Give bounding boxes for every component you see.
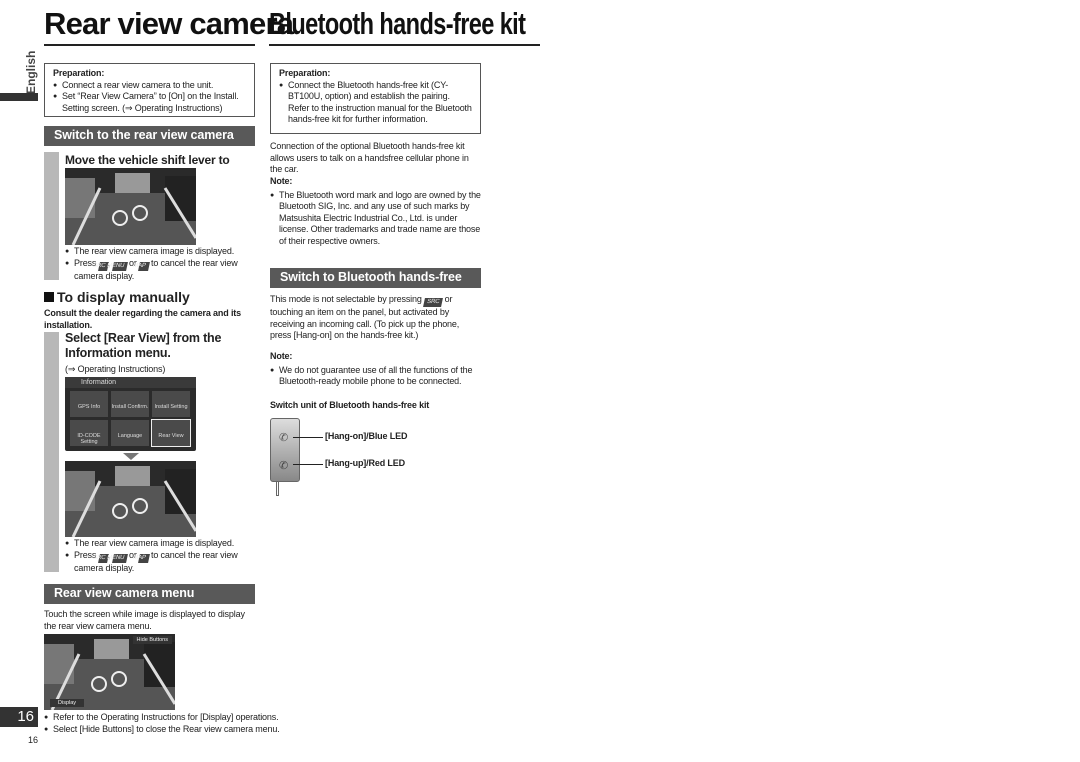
list-item: The rear view camera image is displayed. bbox=[65, 538, 255, 550]
intro-text: Connection of the optional Bluetooth han… bbox=[270, 141, 469, 174]
menu-button[interactable]: Language bbox=[111, 420, 149, 446]
page-title-bluetooth: Bluetooth hands-free kit bbox=[269, 6, 526, 41]
switch-unit-title: Switch unit of Bluetooth hands-free kit bbox=[270, 400, 430, 410]
menu-title-bar: Information bbox=[65, 377, 196, 388]
text-part: This mode is not selectable by pressing bbox=[270, 294, 422, 304]
list-item: Select [Hide Buttons] to close the Rear … bbox=[44, 724, 280, 736]
reference-text: (⇒ Operating Instructions) bbox=[65, 364, 166, 374]
src-key-icon: SRC bbox=[423, 298, 444, 307]
bluetooth-mode-text: This mode is not selectable by pressing … bbox=[270, 294, 482, 342]
information-menu-screen: Information GPS Info Install Confirm. In… bbox=[65, 377, 196, 451]
heading-display-manually: To display manually bbox=[44, 289, 190, 305]
title-rule bbox=[269, 44, 540, 46]
page-tab: 16 bbox=[0, 707, 38, 727]
section-header-switch-camera: Switch to the rear view camera screen bbox=[44, 126, 255, 156]
step-bar bbox=[44, 152, 59, 280]
manual-bullets: The rear view camera image is displayed.… bbox=[65, 538, 255, 574]
section1-bullets: The rear view camera image is displayed.… bbox=[65, 246, 255, 282]
list-item: We do not guarantee use of all the funct… bbox=[270, 365, 482, 388]
hang-on-icon: ✆ bbox=[279, 432, 289, 444]
menu-button[interactable]: GPS Info bbox=[70, 391, 108, 417]
section-header-bluetooth: Switch to Bluetooth hands-free bbox=[270, 268, 481, 288]
list-item: Connect a rear view camera to the unit. bbox=[53, 80, 246, 92]
device-cable bbox=[276, 482, 279, 496]
menu-key-icon: MENU bbox=[106, 261, 128, 271]
list-item: Press SRC, MENU or MAP to cancel the rea… bbox=[65, 550, 255, 575]
step-select-rear-view: Select [Rear View] from the Information … bbox=[65, 331, 222, 360]
menu-key-icon: MENU bbox=[106, 553, 128, 563]
map-key-icon: MAP bbox=[133, 553, 150, 563]
leader-line bbox=[293, 464, 323, 465]
preparation-label: Preparation: bbox=[53, 68, 105, 78]
language-bar bbox=[0, 93, 38, 101]
rear-camera-image bbox=[65, 461, 196, 537]
note-trademark: Note: The Bluetooth word mark and logo a… bbox=[270, 176, 482, 247]
parking-lot-illustration bbox=[65, 168, 196, 245]
list-item: Connect the Bluetooth hands-free kit (CY… bbox=[279, 80, 472, 126]
note-label: Note: bbox=[270, 351, 293, 361]
hide-buttons-button[interactable]: Hide Buttons bbox=[132, 636, 172, 644]
list-item: The Bluetooth word mark and logo are own… bbox=[270, 190, 482, 248]
map-key-icon: MAP bbox=[133, 261, 150, 271]
consult-dealer-text: Consult the dealer regarding the camera … bbox=[44, 308, 242, 330]
touch-screen-text: Touch the screen while image is displaye… bbox=[44, 609, 245, 631]
rear-camera-image bbox=[65, 168, 196, 245]
hang-on-label: [Hang-on]/Blue LED bbox=[325, 431, 408, 441]
square-bullet-icon bbox=[44, 292, 54, 302]
heading-text: To display manually bbox=[57, 289, 190, 305]
camera-menu-bullets: Refer to the Operating Instructions for … bbox=[44, 712, 280, 736]
display-button[interactable]: Display bbox=[50, 699, 85, 707]
preparation-box: Preparation: Connect the Bluetooth hands… bbox=[270, 63, 481, 134]
language-tab: English bbox=[20, 50, 42, 94]
menu-button[interactable]: ID-CODE Setting bbox=[70, 420, 108, 446]
language-label: English bbox=[24, 50, 38, 94]
menu-grid: GPS Info Install Confirm. Install Settin… bbox=[65, 388, 196, 449]
hang-up-label: [Hang-up]/Red LED bbox=[325, 458, 405, 468]
parking-lot-illustration bbox=[65, 461, 196, 537]
title-rule bbox=[44, 44, 255, 46]
preparation-box: Preparation: Connect a rear view camera … bbox=[44, 63, 255, 117]
note-guarantee: Note: We do not guarantee use of all the… bbox=[270, 351, 482, 388]
switch-unit-device: ✆ ✆ bbox=[270, 418, 300, 482]
menu-button[interactable]: Install Setting bbox=[152, 391, 190, 417]
note-label: Note: bbox=[270, 176, 293, 186]
rear-camera-menu-image: Hide Buttons Display bbox=[44, 634, 175, 710]
hang-up-icon: ✆ bbox=[279, 460, 289, 472]
down-arrow-icon bbox=[123, 453, 139, 460]
page-number: 16 bbox=[28, 735, 39, 745]
list-item: Set “Rear View Camera” to [On] on the In… bbox=[53, 91, 246, 114]
list-item: Press SRC, MENU or MAP to cancel the rea… bbox=[65, 258, 255, 283]
page-title-rear-camera: Rear view camera bbox=[44, 6, 294, 41]
section-header-camera-menu: Rear view camera menu bbox=[44, 584, 255, 604]
list-item: The rear view camera image is displayed. bbox=[65, 246, 255, 258]
list-item: Refer to the Operating Instructions for … bbox=[44, 712, 279, 724]
preparation-label: Preparation: bbox=[279, 68, 331, 78]
menu-button[interactable]: Install Confirm. bbox=[111, 391, 149, 417]
step-bar bbox=[44, 332, 59, 572]
leader-line bbox=[293, 437, 323, 438]
menu-button-rear-view[interactable]: Rear View bbox=[151, 419, 191, 447]
